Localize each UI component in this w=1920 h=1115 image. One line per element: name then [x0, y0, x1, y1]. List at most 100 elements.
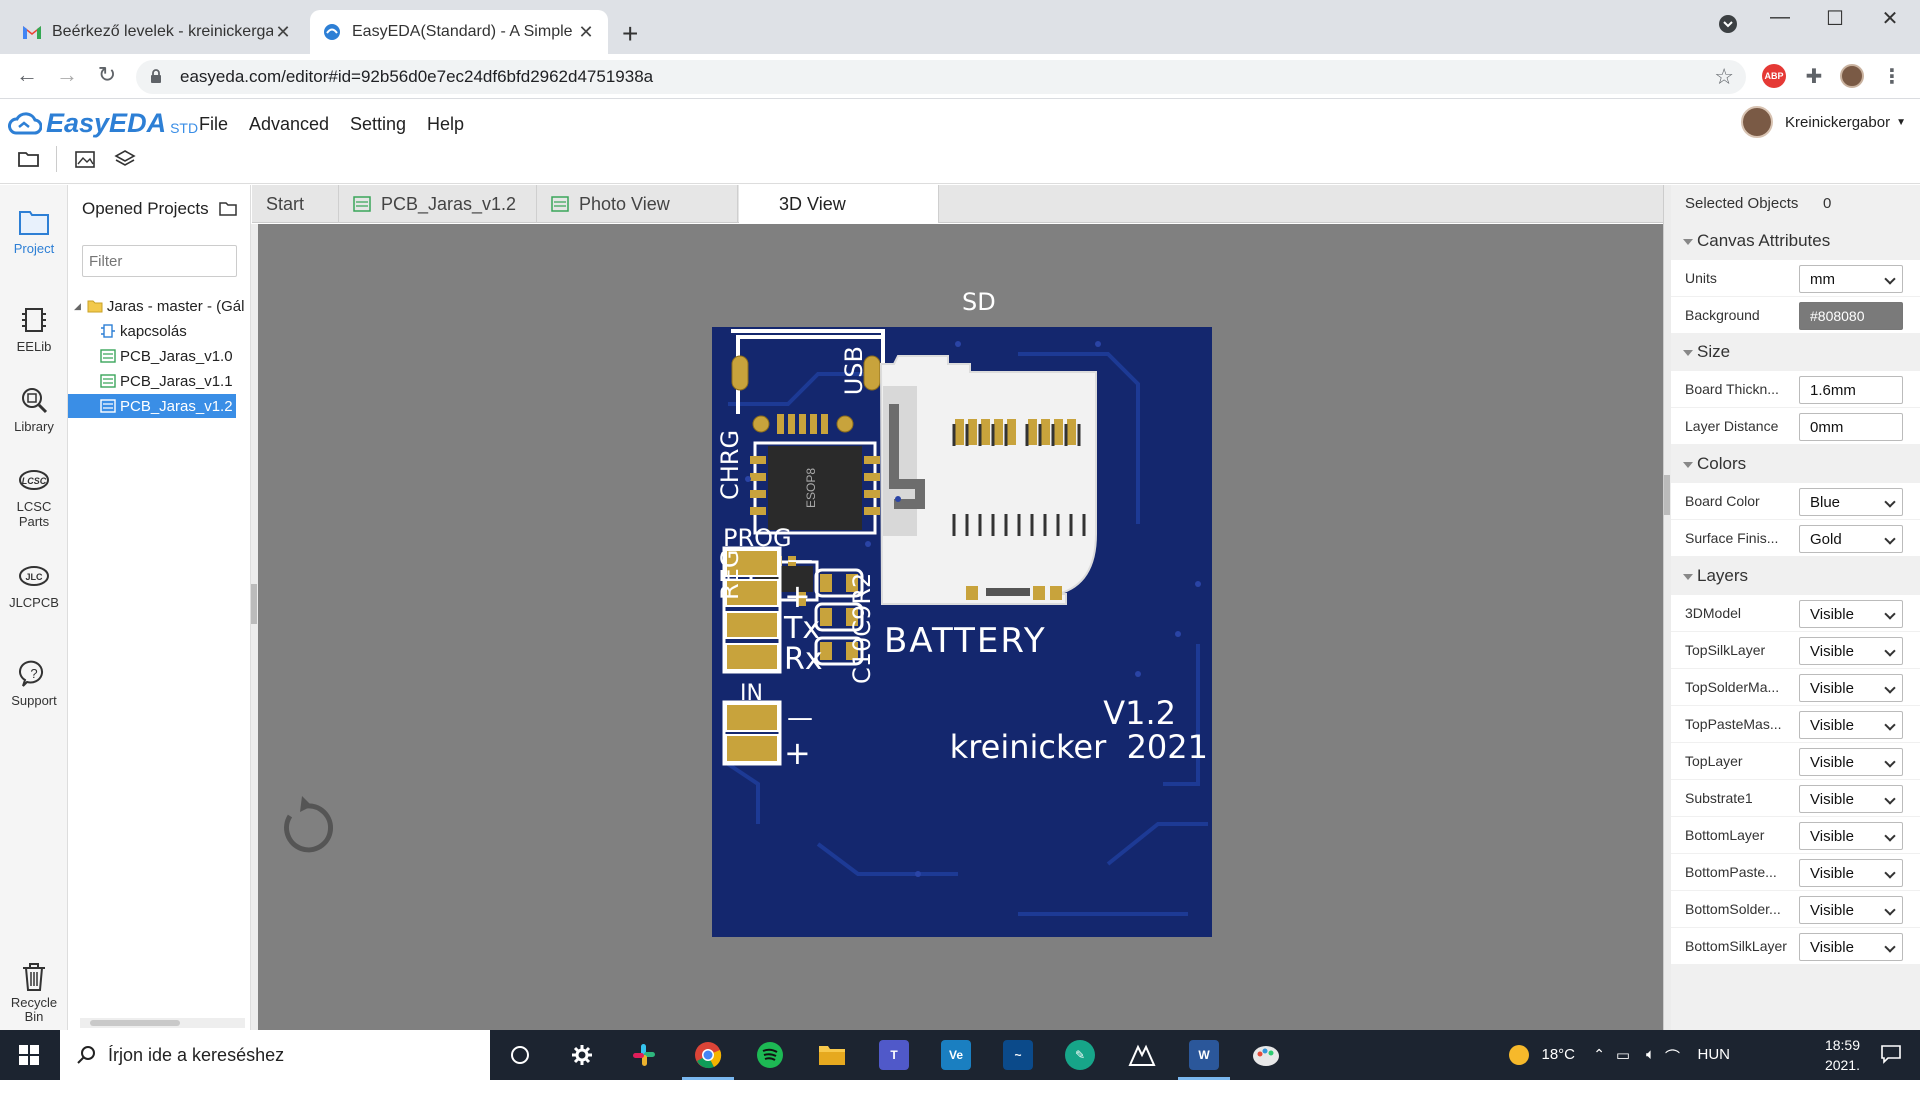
rail-item-project[interactable]: Project [0, 205, 68, 256]
weather-sun-icon[interactable] [1508, 1044, 1530, 1066]
tree-item-schematic[interactable]: kapcsolás [100, 319, 187, 343]
taskbar-search-box[interactable]: Írjon ide a kereséshez [60, 1030, 490, 1080]
maximize-icon[interactable]: ☐ [1815, 6, 1855, 31]
layer-visibility-select[interactable]: Visible [1799, 637, 1903, 665]
folder-icon[interactable] [218, 201, 237, 217]
photo-export-icon[interactable] [72, 146, 98, 172]
rail-item-support[interactable]: ? Support [0, 657, 68, 708]
tab-pcb[interactable]: PCB_Jaras_v1.2 [339, 185, 537, 223]
left-splitter[interactable] [251, 224, 258, 1030]
board-thickness-input[interactable]: 1.6mm [1799, 376, 1903, 404]
sketchup-icon[interactable] [1127, 1040, 1157, 1070]
word-icon[interactable]: W [1189, 1040, 1219, 1070]
settings-gear-icon[interactable] [567, 1040, 597, 1070]
bookmark-star-icon[interactable]: ☆ [1714, 64, 1734, 90]
close-tab-icon[interactable]: ✕ [576, 22, 596, 43]
file-explorer-icon[interactable] [817, 1040, 847, 1070]
units-select[interactable]: mm [1799, 265, 1903, 293]
splitter-handle[interactable] [251, 584, 257, 624]
wifi-icon[interactable]: ⌒ [1665, 1046, 1680, 1067]
tab-search-icon[interactable] [1708, 14, 1748, 40]
forward-icon[interactable]: → [52, 62, 82, 88]
filter-input[interactable] [82, 245, 237, 277]
language-indicator[interactable]: HUN [1698, 1046, 1731, 1063]
layer-name: BottomLayer [1685, 827, 1765, 843]
chevron-up-icon[interactable]: ⌃ [1593, 1046, 1605, 1063]
3d-view-canvas[interactable]: ESOP8 USB SD CHRG REG C10C9R2 PROG — + T… [258, 224, 1663, 1030]
volume-icon[interactable]: 🔈︎ [1646, 1046, 1655, 1063]
windows-start-button[interactable] [0, 1030, 58, 1080]
section-size[interactable]: Size [1671, 334, 1920, 371]
close-tab-icon[interactable]: ✕ [273, 22, 293, 43]
menu-help[interactable]: Help [427, 114, 464, 135]
section-canvas-attributes[interactable]: Canvas Attributes [1671, 223, 1920, 260]
splitter-handle[interactable] [1664, 475, 1670, 515]
adblock-extension-icon[interactable]: ABP [1762, 64, 1786, 88]
background-color-field[interactable]: #808080 [1799, 302, 1903, 330]
remote-desktop-icon[interactable]: ~ [1003, 1040, 1033, 1070]
tree-item-pcb[interactable]: PCB_Jaras_v1.1 [100, 369, 233, 393]
browser-tab-easyeda[interactable]: EasyEDA(Standard) - A Simple an ✕ [310, 10, 608, 54]
extensions-puzzle-icon[interactable]: ✚ [1802, 64, 1826, 88]
open-folder-icon[interactable] [16, 146, 42, 172]
layer-visibility-select[interactable]: Visible [1799, 711, 1903, 739]
user-menu[interactable]: Kreinickergabor ▼ [1741, 106, 1906, 138]
scroll-thumb[interactable] [90, 1020, 180, 1026]
close-window-icon[interactable]: ✕ [1870, 6, 1910, 31]
layer-distance-input[interactable]: 0mm [1799, 413, 1903, 441]
back-icon[interactable]: ← [12, 62, 42, 88]
spotify-icon[interactable] [755, 1040, 785, 1070]
notification-icon[interactable] [1880, 1044, 1902, 1064]
layer-visibility-select[interactable]: Visible [1799, 822, 1903, 850]
layer-visibility-select[interactable]: Visible [1799, 600, 1903, 628]
rail-item-eelib[interactable]: EELib [0, 303, 68, 354]
layer-visibility-select[interactable]: Visible [1799, 896, 1903, 924]
browser-menu-icon[interactable]: ⋮ [1880, 64, 1904, 88]
tab-start[interactable]: Start [252, 185, 339, 223]
tab-photo-view[interactable]: Photo View [537, 185, 738, 223]
reset-view-icon[interactable] [284, 796, 333, 853]
surface-finish-select[interactable]: Gold [1799, 525, 1903, 553]
expand-arrow-icon[interactable]: ◢ [74, 301, 81, 312]
layer-visibility-select[interactable]: Visible [1799, 859, 1903, 887]
rail-item-lcsc[interactable]: LCSC LCSC Parts [0, 463, 68, 529]
app-icon[interactable]: ✎ [1065, 1040, 1095, 1070]
rail-item-jlcpcb[interactable]: JLC JLCPCB [0, 559, 68, 610]
profile-avatar[interactable] [1840, 64, 1864, 88]
layer-visibility-select[interactable]: Visible [1799, 785, 1903, 813]
tree-item-pcb-selected[interactable]: PCB_Jaras_v1.2 [68, 394, 236, 418]
tree-item-project-folder[interactable]: ◢ Jaras - master - (Gál [74, 294, 244, 318]
slack-icon[interactable] [629, 1040, 659, 1070]
new-tab-button[interactable]: + [622, 18, 638, 50]
tab-3d-view[interactable]: 3D View [739, 185, 939, 223]
menu-setting[interactable]: Setting [350, 114, 406, 135]
menu-advanced[interactable]: Advanced [249, 114, 329, 135]
chrome-icon[interactable] [693, 1040, 723, 1070]
right-splitter[interactable] [1663, 185, 1671, 1030]
layers-icon[interactable] [112, 146, 138, 172]
vscode-icon[interactable]: Ve [941, 1040, 971, 1070]
horizontal-scrollbar[interactable] [80, 1018, 245, 1028]
rail-item-recycle-bin[interactable]: Recycle Bin [0, 960, 68, 1024]
layer-visibility-select[interactable]: Visible [1799, 674, 1903, 702]
battery-icon[interactable]: ▭ [1616, 1046, 1630, 1064]
url-field[interactable]: easyeda.com/editor#id=92b56d0e7ec24df6bf… [136, 60, 1746, 94]
reload-icon[interactable]: ↻ [92, 62, 122, 88]
clock[interactable]: 18:59 2021. 07. 30. [1825, 1035, 1860, 1115]
tree-item-pcb[interactable]: PCB_Jaras_v1.0 [100, 344, 233, 368]
board-color-select[interactable]: Blue [1799, 488, 1903, 516]
section-colors[interactable]: Colors [1671, 446, 1920, 483]
layer-visibility-select[interactable]: Visible [1799, 748, 1903, 776]
section-layers[interactable]: Layers [1671, 558, 1920, 595]
menu-file[interactable]: File [199, 114, 228, 135]
layer-visibility-select[interactable]: Visible [1799, 933, 1903, 961]
paint-icon[interactable] [1251, 1040, 1281, 1070]
browser-tab-gmail[interactable]: Beérkező levelek - kreinickergabo ✕ [10, 10, 305, 54]
easyeda-logo[interactable]: EasyEDA STD [8, 108, 198, 139]
teams-icon[interactable]: T [879, 1040, 909, 1070]
rail-item-library[interactable]: Library [0, 383, 68, 434]
minimize-icon[interactable]: — [1760, 6, 1800, 29]
in-plus-label: + [784, 734, 811, 772]
task-view-icon[interactable] [505, 1040, 535, 1070]
weather-temperature[interactable]: 18°C [1541, 1046, 1575, 1063]
